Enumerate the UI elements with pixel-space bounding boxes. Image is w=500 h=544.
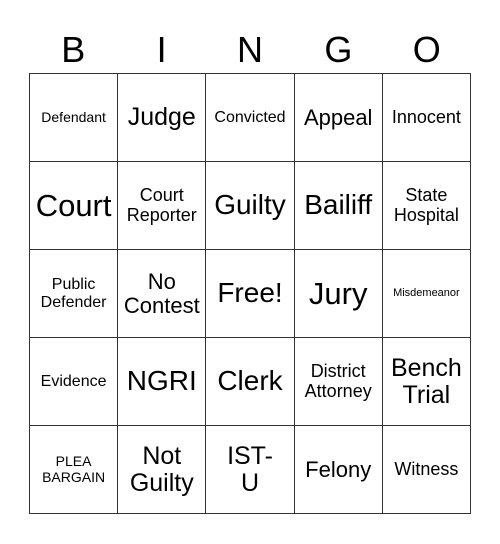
bingo-cell[interactable]: Defendant — [30, 74, 119, 162]
cell-label: Defendant — [41, 108, 106, 125]
cell-label: State Hospital — [393, 185, 459, 225]
cell-label: Felony — [305, 456, 372, 482]
cell-label: Bailiff — [304, 189, 373, 221]
cell-label: PLEA BARGAIN — [42, 453, 106, 485]
bingo-cell[interactable]: IST- U — [206, 426, 295, 514]
bingo-cell[interactable]: Not Guilty — [118, 426, 207, 514]
bingo-cell[interactable]: Appeal — [294, 74, 383, 162]
free-space-cell[interactable]: Free! — [206, 250, 295, 338]
bingo-cell[interactable]: PLEA BARGAIN — [30, 426, 119, 514]
bingo-cell[interactable]: Misdemeanor — [382, 250, 471, 338]
cell-label: Appeal — [303, 104, 373, 130]
bingo-cell[interactable]: Felony — [294, 426, 383, 514]
cell-label: IST- U — [227, 441, 273, 497]
bingo-cell[interactable]: Guilty — [206, 162, 295, 250]
bingo-cell[interactable]: Bailiff — [294, 162, 383, 250]
bingo-cell[interactable]: Public Defender — [30, 250, 119, 338]
cell-label: Court — [35, 187, 112, 223]
header-letter-g: G — [324, 29, 353, 70]
bingo-cell[interactable]: Bench Trial — [382, 338, 471, 426]
cell-label: Jury — [308, 275, 368, 311]
cell-label: Judge — [127, 103, 196, 131]
cell-label: Witness — [394, 458, 459, 479]
cell-label: Public Defender — [40, 276, 107, 311]
bingo-cell[interactable]: Court Reporter — [118, 162, 207, 250]
bingo-cell[interactable]: State Hospital — [382, 162, 471, 250]
bingo-cell[interactable]: Convicted — [206, 74, 295, 162]
cell-label: Guilty — [214, 189, 286, 221]
bingo-cell[interactable]: No Contest — [118, 250, 207, 338]
bingo-cell[interactable]: Clerk — [206, 338, 295, 426]
header-letter-o: O — [412, 29, 441, 70]
cell-label: Misdemeanor — [393, 286, 460, 299]
bingo-cell[interactable]: Evidence — [30, 338, 119, 426]
bingo-cell[interactable]: Court — [30, 162, 119, 250]
cell-label: Evidence — [40, 372, 107, 390]
header-letter-i: I — [156, 29, 167, 70]
cell-label: Free! — [217, 277, 283, 309]
bingo-cell[interactable]: Judge — [118, 74, 207, 162]
bingo-cell[interactable]: District Attorney — [294, 338, 383, 426]
header-letter-n: N — [236, 29, 263, 70]
bingo-cell[interactable]: Innocent — [382, 74, 471, 162]
cell-label: Convicted — [214, 108, 286, 126]
cell-label: NGRI — [126, 365, 197, 397]
bingo-header: B I N G O — [29, 28, 471, 72]
bingo-cell[interactable]: Jury — [294, 250, 383, 338]
bingo-cell[interactable]: Witness — [382, 426, 471, 514]
cell-label: Court Reporter — [126, 185, 197, 225]
bingo-cell[interactable]: NGRI — [118, 338, 207, 426]
cell-label: Innocent — [391, 106, 461, 127]
header-letter-b: B — [61, 29, 86, 70]
cell-label: Clerk — [217, 365, 283, 397]
cell-label: Not Guilty — [129, 441, 194, 497]
bingo-board: Defendant Judge Convicted Appeal Innocen… — [29, 73, 471, 514]
cell-label: District Attorney — [304, 361, 372, 401]
cell-label: Bench Trial — [390, 353, 462, 409]
cell-label: No Contest — [123, 268, 200, 318]
